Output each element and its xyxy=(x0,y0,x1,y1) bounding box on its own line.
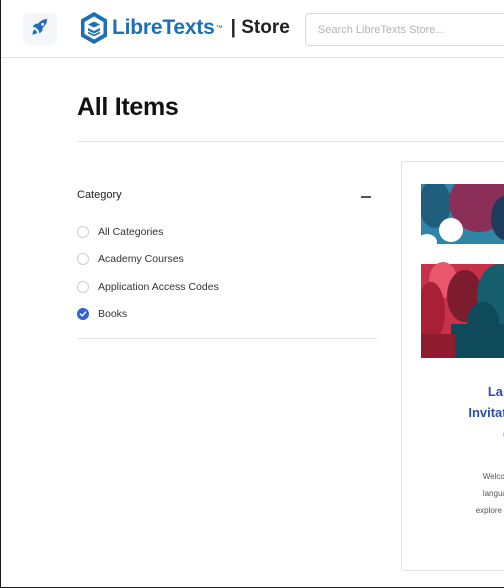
category-option-label: Application Access Codes xyxy=(98,280,219,293)
category-option-books[interactable]: Books xyxy=(77,301,377,329)
category-option-label: Academy Courses xyxy=(98,253,184,266)
radio-button[interactable] xyxy=(77,253,89,266)
libretexts-logo[interactable]: LibreTexts ™ | Store xyxy=(79,10,290,46)
store-label: | Store xyxy=(230,17,290,38)
product-description-line: explore the founda xyxy=(475,506,504,515)
category-filter: Category All Categories Academy Courses … xyxy=(77,182,377,328)
product-description-line: Welcome! This a xyxy=(482,472,504,481)
top-navbar: LibreTexts ™ | Store xyxy=(1,0,504,58)
home-button[interactable] xyxy=(23,13,57,45)
radio-button[interactable] xyxy=(77,280,89,293)
radio-button[interactable] xyxy=(77,225,89,238)
product-title-line: Invitation to xyxy=(468,405,504,420)
category-options: All Categories Academy Courses Applicati… xyxy=(77,218,377,328)
category-filter-title: Category xyxy=(77,189,122,201)
title-divider xyxy=(77,141,504,142)
category-option-access-codes[interactable]: Application Access Codes xyxy=(77,273,377,301)
search-input[interactable] xyxy=(305,13,504,46)
product-description: Welcome! This a language and co explore … xyxy=(402,468,504,519)
minus-icon[interactable] xyxy=(361,196,371,198)
silhouette-heads-image xyxy=(421,184,504,358)
product-title-line: (remix xyxy=(402,423,504,444)
radio-button-checked[interactable] xyxy=(77,308,89,321)
libretexts-logo-icon xyxy=(79,11,109,45)
product-title[interactable]: Languag Invitation to (remix xyxy=(402,381,504,444)
filter-divider xyxy=(77,338,377,339)
rocket-icon xyxy=(30,17,50,42)
product-cover-image[interactable] xyxy=(421,184,504,358)
logo-wordmark: LibreTexts xyxy=(112,16,215,39)
page-title: All Items xyxy=(77,93,179,121)
category-filter-header[interactable]: Category xyxy=(77,182,377,208)
category-option-academy-courses[interactable]: Academy Courses xyxy=(77,246,377,274)
category-option-label: All Categories xyxy=(98,225,164,238)
checkmark-icon xyxy=(79,311,87,317)
category-option-label: Books xyxy=(98,308,128,321)
category-option-all[interactable]: All Categories xyxy=(77,218,377,246)
product-description-line: language and co xyxy=(482,489,504,498)
product-title-line: Languag xyxy=(487,384,504,399)
product-card[interactable]: Languag Invitation to (remix Welcome! Th… xyxy=(401,161,504,571)
trademark-mark: ™ xyxy=(215,24,223,32)
